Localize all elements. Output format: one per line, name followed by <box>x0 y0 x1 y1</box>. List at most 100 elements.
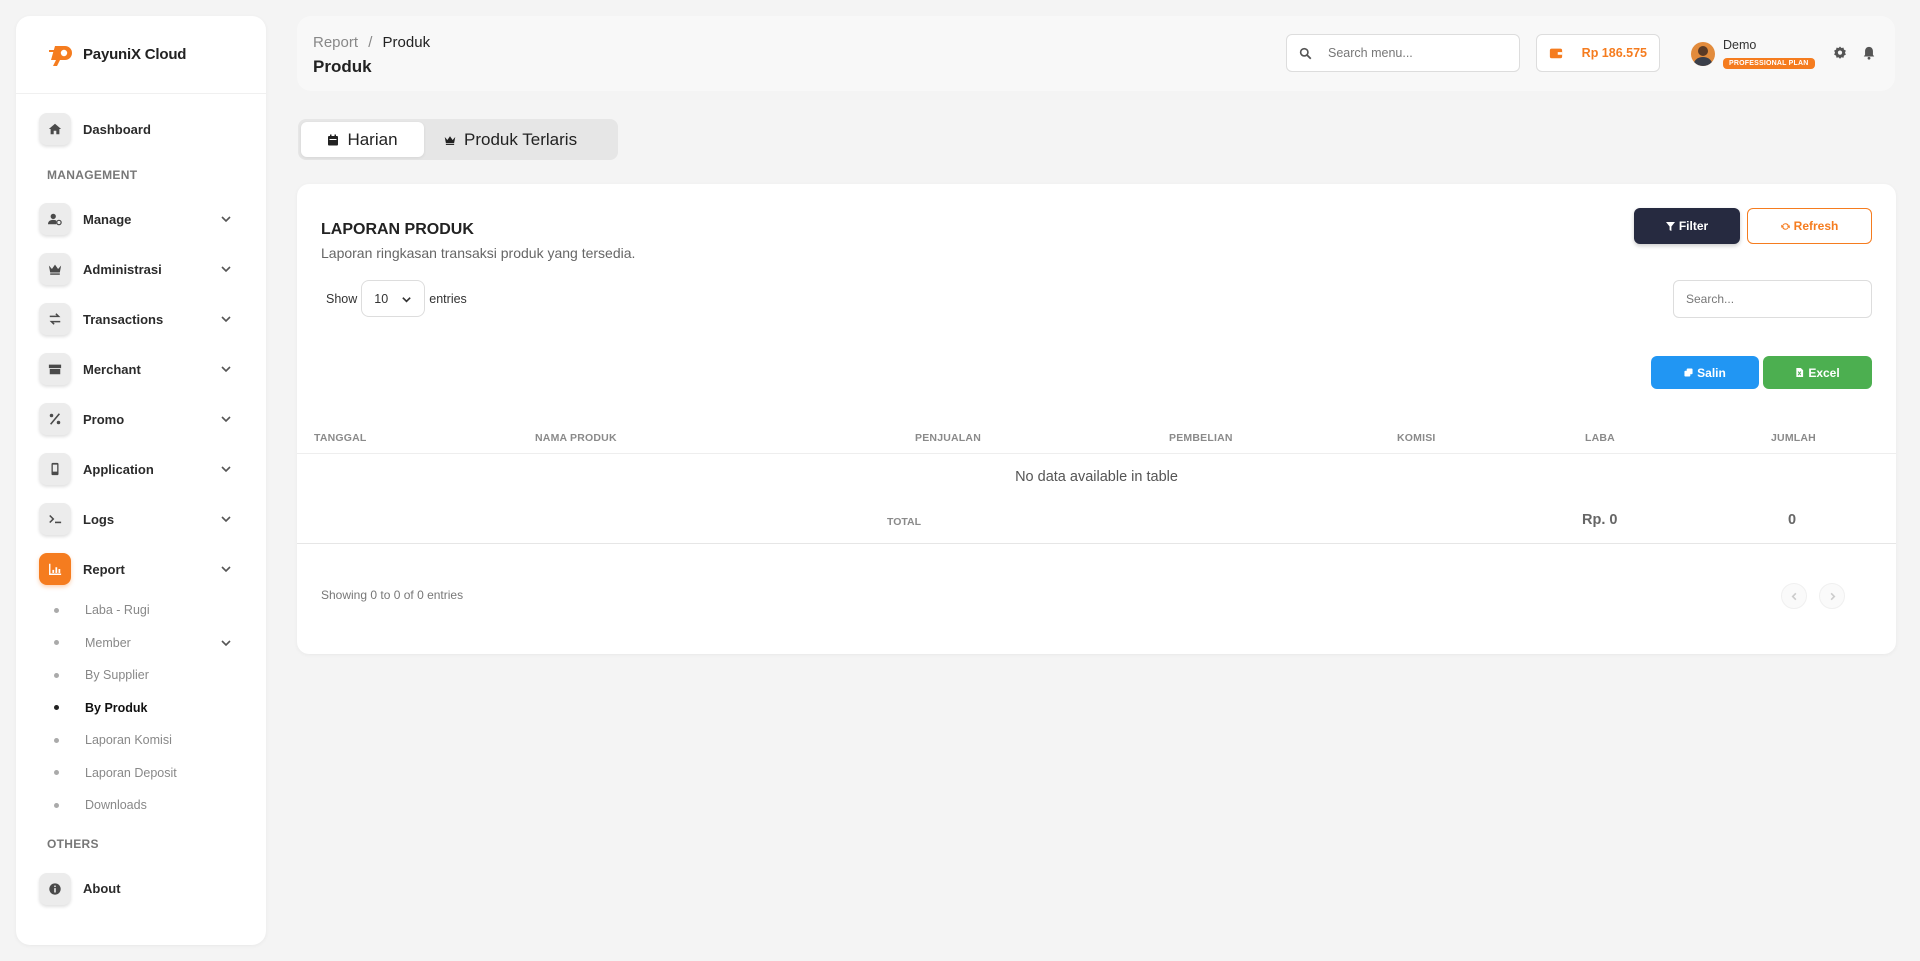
column-header-laba[interactable]: LABA <box>1585 432 1615 444</box>
percent-icon <box>39 403 71 435</box>
file-excel-icon <box>1796 368 1804 377</box>
column-header-penjualan[interactable]: PENJUALAN <box>915 432 981 444</box>
tab-harian[interactable]: Harian <box>301 122 424 157</box>
chevron-right-icon <box>1830 592 1835 600</box>
filter-button[interactable]: Filter <box>1634 208 1740 244</box>
arrows-exchange-icon <box>39 303 71 335</box>
table-search-input[interactable] <box>1686 292 1856 306</box>
breadcrumb-current: Produk <box>382 34 431 51</box>
column-header-nama-produk[interactable]: NAMA PRODUK <box>535 432 617 444</box>
info-icon <box>39 872 71 905</box>
copy-button[interactable]: Salin <box>1651 356 1759 389</box>
sidebar-item-label: Logs <box>83 511 115 527</box>
submenu-item-downloads[interactable]: Downloads <box>16 789 266 822</box>
table-info: Showing 0 to 0 of 0 entries <box>321 588 464 602</box>
sidebar-item-administrasi[interactable]: Administrasi <box>16 244 266 294</box>
chart-icon <box>39 553 71 585</box>
refresh-icon <box>1780 222 1790 230</box>
menu-search-box[interactable] <box>1286 34 1520 72</box>
store-icon <box>39 353 71 385</box>
sidebar-item-label: Manage <box>83 211 132 227</box>
bullet-icon <box>54 607 59 613</box>
sidebar-item-manage[interactable]: Manage <box>16 194 266 244</box>
report-tabs: Harian Produk Terlaris <box>298 119 618 160</box>
bullet-icon <box>54 672 59 678</box>
card-subtitle: Laporan ringkasan transaksi produk yang … <box>321 245 636 261</box>
payunix-logo-icon <box>49 45 72 66</box>
breadcrumb-parent[interactable]: Report <box>313 34 358 51</box>
column-header-tanggal[interactable]: TANGGAL <box>314 432 367 444</box>
refresh-button[interactable]: Refresh <box>1747 208 1872 244</box>
section-others: OTHERS <box>47 836 99 851</box>
sidebar-item-label: Application <box>83 461 154 477</box>
page-title: Produk <box>313 57 372 76</box>
entries-select[interactable]: 10 <box>361 280 426 317</box>
terminal-icon <box>39 503 71 535</box>
column-header-jumlah[interactable]: JUMLAH <box>1771 432 1816 444</box>
sidebar-item-transactions[interactable]: Transactions <box>16 294 266 344</box>
breadcrumb-separator: / <box>368 34 373 51</box>
submenu-item-laporan-deposit[interactable]: Laporan Deposit <box>16 757 266 790</box>
chevron-down-icon <box>221 566 231 573</box>
bullet-icon <box>54 640 59 646</box>
chevron-down-icon <box>221 640 231 646</box>
sidebar-item-label: Dashboard <box>83 121 151 137</box>
balance-button[interactable]: Rp 186.575 <box>1536 34 1660 72</box>
sidebar-nav: Dashboard MANAGEMENT Manage Administrasi… <box>16 94 266 914</box>
table-empty-message: No data available in table <box>1015 469 1178 485</box>
chevron-down-icon <box>402 297 412 303</box>
bell-icon[interactable] <box>1862 46 1876 60</box>
calendar-icon <box>328 134 339 145</box>
total-laba-value: Rp. 0 <box>1582 512 1618 528</box>
sidebar-item-report[interactable]: Report <box>16 544 266 594</box>
chevron-down-icon <box>221 416 231 423</box>
crown-icon <box>39 253 71 285</box>
chevron-down-icon <box>221 366 231 373</box>
home-icon <box>39 113 71 145</box>
user-gear-icon <box>39 203 71 235</box>
sidebar-item-about[interactable]: About <box>16 864 266 914</box>
breadcrumb: Report / Produk <box>313 34 430 51</box>
column-header-komisi[interactable]: KOMISI <box>1397 432 1436 444</box>
bullet-icon <box>54 770 59 776</box>
top-header: Report / Produk Produk Rp 186.575 Demo P… <box>297 16 1895 91</box>
sidebar-item-dashboard[interactable]: Dashboard <box>16 104 266 154</box>
sidebar-item-merchant[interactable]: Merchant <box>16 344 266 394</box>
submenu-item-by-produk[interactable]: By Produk <box>16 692 266 725</box>
chevron-down-icon <box>221 466 231 473</box>
entries-length-control: Show 10 entries <box>326 280 467 317</box>
submenu-item-by-supplier[interactable]: By Supplier <box>16 659 266 692</box>
pagination-previous-button[interactable] <box>1781 583 1807 609</box>
chevron-down-icon <box>221 216 231 223</box>
submenu-item-member[interactable]: Member <box>16 627 266 660</box>
report-table: TANGGAL NAMA PRODUK PENJUALAN PEMBELIAN … <box>297 416 1896 544</box>
table-search-box[interactable] <box>1673 280 1872 318</box>
sidebar-item-application[interactable]: Application <box>16 444 266 494</box>
sidebar-item-label: About <box>83 881 121 896</box>
tab-produk-terlaris[interactable]: Produk Terlaris <box>424 122 597 157</box>
section-management: MANAGEMENT <box>47 168 138 182</box>
bullet-icon <box>54 802 59 808</box>
sidebar-item-promo[interactable]: Promo <box>16 394 266 444</box>
entries-label: entries <box>429 291 467 306</box>
plan-badge: PROFESSIONAL PLAN <box>1723 58 1815 69</box>
sidebar-item-label: Report <box>83 561 125 577</box>
menu-search-input[interactable] <box>1328 46 1498 60</box>
avatar <box>1691 42 1715 66</box>
balance-amount: Rp 186.575 <box>1581 46 1647 60</box>
chevron-left-icon <box>1791 592 1796 600</box>
gear-icon[interactable] <box>1833 46 1847 60</box>
column-header-pembelian[interactable]: PEMBELIAN <box>1169 432 1233 444</box>
submenu-item-laporan-komisi[interactable]: Laporan Komisi <box>16 724 266 757</box>
sidebar-item-logs[interactable]: Logs <box>16 494 266 544</box>
brand[interactable]: PayuniX Cloud <box>16 16 266 94</box>
excel-button[interactable]: Excel <box>1763 356 1872 389</box>
submenu-item-laba-rugi[interactable]: Laba - Rugi <box>16 594 266 627</box>
user-menu[interactable]: Demo PROFESSIONAL PLAN <box>1691 38 1815 70</box>
mobile-icon <box>39 453 71 485</box>
sidebar-item-label: Transactions <box>83 311 164 327</box>
table-total-row: TOTAL Rp. 0 0 <box>297 500 1896 544</box>
user-name: Demo <box>1723 38 1757 52</box>
pagination-next-button[interactable] <box>1819 583 1845 609</box>
filter-icon <box>1665 221 1675 231</box>
